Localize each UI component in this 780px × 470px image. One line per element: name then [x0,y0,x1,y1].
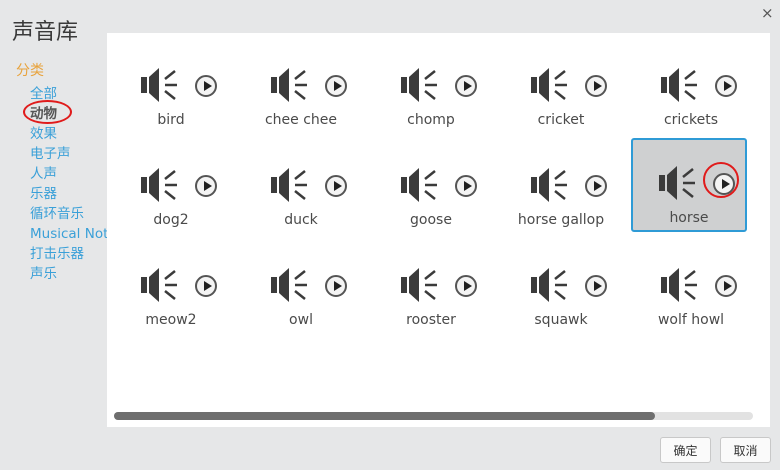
sound-tile-dog2[interactable]: dog2 [113,140,229,234]
horizontal-scrollbar[interactable] [114,412,753,420]
speaker-icon [271,68,317,106]
play-button[interactable] [325,175,347,197]
sound-name: meow2 [145,312,197,328]
sound-name: wolf howl [657,312,725,328]
speaker-icon [401,68,447,106]
sound-tile-rooster[interactable]: rooster [373,240,489,334]
category-heading: 分类 [16,63,44,79]
speaker-icon [401,168,447,206]
speaker-icon [661,68,707,106]
sound-name: chee chee [264,112,338,128]
sound-name: horse [669,210,709,226]
sound-tile-bird[interactable]: bird [113,40,229,134]
speaker-icon [271,168,317,206]
play-button[interactable] [455,75,477,97]
sound-name: owl [289,312,313,328]
sound-name: bird [157,112,185,128]
sound-tile-goose[interactable]: goose [373,140,489,234]
speaker-icon [531,68,577,106]
sound-grid-panel: bird chee chee chomp cricket crickets dog2 duc… [107,33,770,427]
play-button[interactable] [195,175,217,197]
sound-tile-chomp[interactable]: chomp [373,40,489,134]
play-button[interactable] [325,275,347,297]
sound-tile-owl[interactable]: owl [243,240,359,334]
sound-name: goose [410,212,452,228]
dialog-title: 声音库 [12,20,79,45]
sound-name: crickets [663,112,719,128]
speaker-icon [659,166,705,204]
sound-name: squawk [534,312,588,328]
play-button[interactable] [455,175,477,197]
play-button[interactable] [715,75,737,97]
category-item-electronic[interactable]: 电子声 [30,144,108,164]
play-button[interactable] [455,275,477,297]
sound-name: chomp [407,112,455,128]
sound-tile-crickets[interactable]: crickets [633,40,749,134]
sound-tile-wolf-howl[interactable]: wolf howl [633,240,749,334]
sound-name: duck [284,212,318,228]
speaker-icon [531,268,577,306]
speaker-icon [141,68,187,106]
category-item-music-loops[interactable]: 循环音乐 [30,204,108,224]
sound-name: horse gallop [517,212,605,228]
sound-tile-squawk[interactable]: squawk [503,240,619,334]
ok-button[interactable]: 确定 [660,437,711,463]
speaker-icon [141,268,187,306]
sound-tile-meow2[interactable]: meow2 [113,240,229,334]
sound-tile-chee-chee[interactable]: chee chee [243,40,359,134]
play-button[interactable] [585,175,607,197]
speaker-icon [271,268,317,306]
sound-tile-duck[interactable]: duck [243,140,359,234]
category-item-musical-notes[interactable]: Musical Notes [30,224,108,244]
play-button[interactable] [195,275,217,297]
play-button[interactable] [585,275,607,297]
play-button[interactable] [325,75,347,97]
sound-tile-horse[interactable]: horse [631,138,747,232]
sound-tile-cricket[interactable]: cricket [503,40,619,134]
speaker-icon [531,168,577,206]
cancel-button[interactable]: 取消 [720,437,771,463]
speaker-icon [141,168,187,206]
play-button[interactable] [713,173,735,195]
speaker-icon [661,268,707,306]
scrollbar-thumb[interactable] [114,412,655,420]
sound-name: dog2 [153,212,189,228]
category-item-animals[interactable]: 动物 [30,104,108,124]
sound-name: cricket [537,112,585,128]
speaker-icon [401,268,447,306]
sound-tile-horse-gallop[interactable]: horse gallop [503,140,619,234]
category-item-percussion[interactable]: 打击乐器 [30,244,108,264]
category-item-human[interactable]: 人声 [30,164,108,184]
category-list: 全部 动物 效果 电子声 人声 乐器 循环音乐 Musical Notes 打击… [30,84,108,284]
play-button[interactable] [585,75,607,97]
close-icon[interactable]: × [761,4,774,22]
category-item-vocals[interactable]: 声乐 [30,264,108,284]
play-button[interactable] [715,275,737,297]
category-item-all[interactable]: 全部 [30,84,108,104]
category-item-instruments[interactable]: 乐器 [30,184,108,204]
category-item-effects[interactable]: 效果 [30,124,108,144]
sound-name: rooster [406,312,456,328]
play-button[interactable] [195,75,217,97]
